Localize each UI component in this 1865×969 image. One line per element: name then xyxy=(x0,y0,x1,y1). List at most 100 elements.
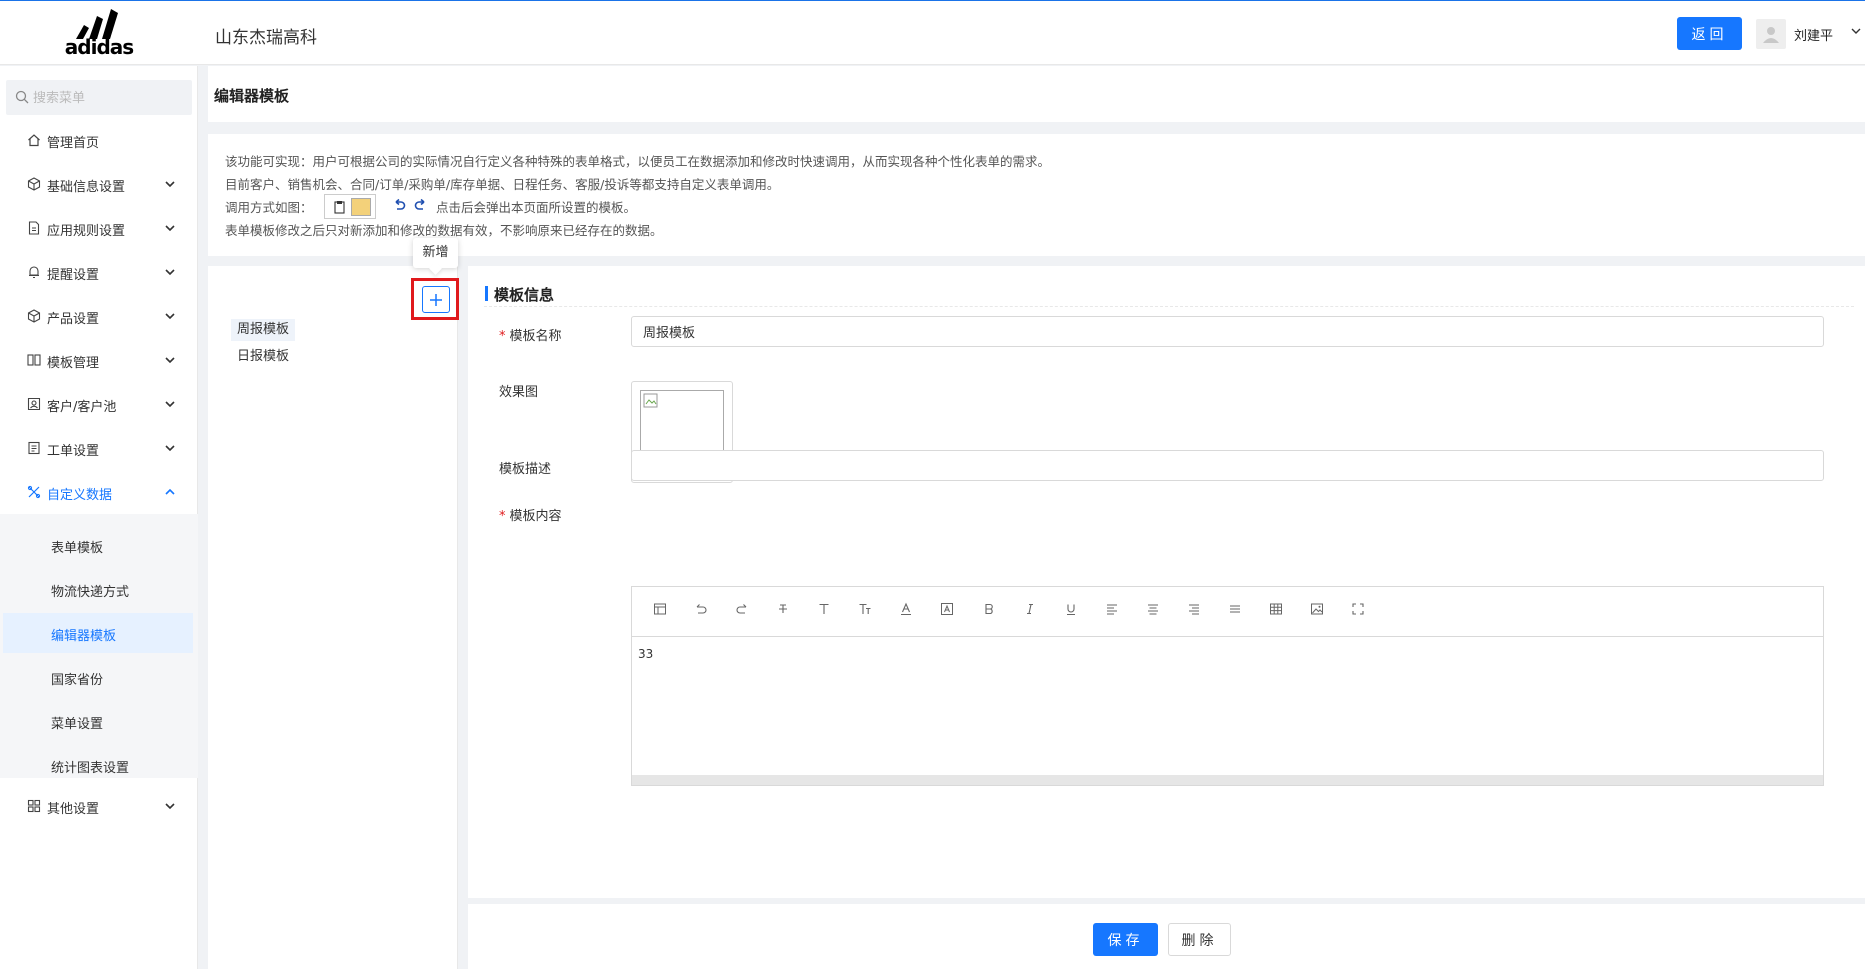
page-title-bar: 编辑器模板 xyxy=(208,66,1865,122)
template-description-input[interactable] xyxy=(631,450,1824,481)
align-center-icon[interactable] xyxy=(1144,602,1162,620)
sidebar-item-custom-data[interactable]: 自定义数据 xyxy=(0,472,198,512)
sidebar-item-home[interactable]: 管理首页 xyxy=(0,120,198,160)
undo-icon xyxy=(395,198,406,210)
chevron-down-icon xyxy=(165,269,175,276)
submenu-item-chart-settings[interactable]: 统计图表设置 xyxy=(3,745,193,785)
submenu-item-menu-settings[interactable]: 菜单设置 xyxy=(3,701,193,741)
chevron-down-icon xyxy=(165,357,175,364)
sidebar-item-label: 其他设置 xyxy=(47,802,100,817)
info-line: 目前客户、销售机会、合同/订单/采购单/库存单据、日程任务、客服/投诉等都支持自… xyxy=(225,177,780,192)
tools-icon xyxy=(27,485,41,499)
submenu-item-country-province[interactable]: 国家省份 xyxy=(3,657,193,697)
sidebar-item-rules[interactable]: 应用规则设置 xyxy=(0,208,198,248)
justify-icon[interactable] xyxy=(1226,602,1244,620)
save-button[interactable]: 保存 xyxy=(1093,923,1158,956)
cube-icon xyxy=(27,309,41,323)
template-list-item[interactable]: 日报模板 xyxy=(231,346,295,368)
sidebar-item-label: 模板管理 xyxy=(47,356,100,371)
align-right-icon[interactable] xyxy=(1185,602,1203,620)
avatar[interactable] xyxy=(1756,19,1786,49)
invoke-example-box xyxy=(324,194,376,219)
underline-icon[interactable] xyxy=(1062,602,1080,620)
info-line-prefix: 调用方式如图： xyxy=(225,200,313,215)
sidebar-item-label: 产品设置 xyxy=(47,312,100,327)
rich-text-editor[interactable]: 33 xyxy=(631,586,1824,786)
submenu-item-logistics[interactable]: 物流快递方式 xyxy=(3,569,193,609)
sidebar-item-basic-info[interactable]: 基础信息设置 xyxy=(0,164,198,204)
section-title: 模板信息 xyxy=(484,284,554,305)
search-input[interactable] xyxy=(33,87,183,109)
name-label: * 模板名称 xyxy=(499,325,562,344)
sidebar-item-reminders[interactable]: 提醒设置 xyxy=(0,252,198,292)
template-name-input[interactable] xyxy=(631,316,1824,347)
sidebar: 管理首页 基础信息设置 应用规则设置 提醒设置 产品设置 模板管理 客户/客户池… xyxy=(0,66,198,969)
company-name: 山东杰瑞高科 xyxy=(215,28,317,48)
content-label: * 模板内容 xyxy=(499,505,562,524)
chevron-down-icon xyxy=(165,225,175,232)
logo-wordmark: adidas xyxy=(64,35,134,59)
image-icon[interactable] xyxy=(1308,602,1326,620)
submenu-custom-data: 表单模板 物流快递方式 编辑器模板 国家省份 菜单设置 统计图表设置 xyxy=(0,514,198,778)
heading-icon[interactable] xyxy=(815,602,833,620)
align-left-icon[interactable] xyxy=(1103,602,1121,620)
table-icon[interactable] xyxy=(1267,602,1285,620)
background-color-icon[interactable] xyxy=(938,602,956,620)
submenu-item-label: 表单模板 xyxy=(51,541,104,556)
name-label-text: 模板名称 xyxy=(509,329,562,344)
sidebar-item-products[interactable]: 产品设置 xyxy=(0,296,198,336)
chevron-up-icon xyxy=(165,488,175,495)
template-list-item[interactable]: 周报模板 xyxy=(231,319,296,341)
submenu-item-form-template[interactable]: 表单模板 xyxy=(3,525,193,565)
username[interactable]: 刘建平 xyxy=(1794,25,1833,44)
sidebar-item-other[interactable]: 其他设置 xyxy=(0,786,198,826)
required-mark: * xyxy=(499,329,506,344)
strikethrough-icon[interactable] xyxy=(774,602,792,620)
menu-search[interactable] xyxy=(6,80,192,115)
add-template-button[interactable] xyxy=(422,286,450,313)
font-size-icon[interactable] xyxy=(856,602,874,620)
redo-icon[interactable] xyxy=(733,602,751,620)
info-line: 该功能可实现：用户可根据公司的实际情况自行定义各种特殊的表单格式，以便员工在数据… xyxy=(225,154,1051,169)
paste-icon xyxy=(334,201,345,214)
template-icon[interactable] xyxy=(651,602,669,620)
template-list-panel xyxy=(208,266,458,969)
add-tooltip: 新增 xyxy=(413,238,458,268)
submenu-item-label: 菜单设置 xyxy=(51,717,104,732)
chevron-down-icon[interactable] xyxy=(1850,25,1862,37)
sidebar-item-label: 自定义数据 xyxy=(47,488,113,503)
italic-icon[interactable] xyxy=(1021,602,1039,620)
chevron-down-icon xyxy=(165,313,175,320)
return-button[interactable]: 返回 xyxy=(1677,17,1742,50)
editor-content[interactable]: 33 xyxy=(638,647,653,661)
font-color-icon[interactable] xyxy=(897,602,915,620)
fullscreen-icon[interactable] xyxy=(1349,602,1367,620)
redo-icon xyxy=(414,198,425,210)
section-divider xyxy=(484,306,1854,307)
home-icon xyxy=(28,134,40,147)
sidebar-item-label: 管理首页 xyxy=(47,136,100,151)
template-form-panel: 模板信息 *模板名称 效果图 模板描述 *模板内容 xyxy=(468,266,1865,898)
chevron-down-icon xyxy=(165,445,175,452)
editor-toolbar xyxy=(632,587,1823,637)
search-icon xyxy=(15,90,29,104)
info-line: 表单模板修改之后只对新添加和修改的数据有效，不影响原来已经存在的数据。 xyxy=(225,223,663,238)
submenu-item-label: 编辑器模板 xyxy=(51,629,117,644)
desc-label: 模板描述 xyxy=(499,462,552,477)
sidebar-item-templates[interactable]: 模板管理 xyxy=(0,340,198,380)
delete-button[interactable]: 删除 xyxy=(1168,923,1231,956)
required-mark: * xyxy=(499,509,506,524)
sidebar-item-tickets[interactable]: 工单设置 xyxy=(0,428,198,468)
adidas-logo[interactable]: adidas xyxy=(62,9,136,59)
undo-icon[interactable] xyxy=(692,602,710,620)
ticket-icon xyxy=(28,441,40,455)
sidebar-item-customers[interactable]: 客户/客户池 xyxy=(0,384,198,424)
template-picker-icon xyxy=(351,198,371,216)
submenu-item-label: 国家省份 xyxy=(51,673,104,688)
image-label: 效果图 xyxy=(499,385,539,400)
bell-icon xyxy=(29,266,39,279)
editor-resize-bar[interactable] xyxy=(632,775,1823,785)
submenu-item-editor-template[interactable]: 编辑器模板 xyxy=(3,613,193,653)
bold-icon[interactable] xyxy=(980,602,998,620)
app-header: adidas 山东杰瑞高科 返回 刘建平 xyxy=(0,0,1865,65)
